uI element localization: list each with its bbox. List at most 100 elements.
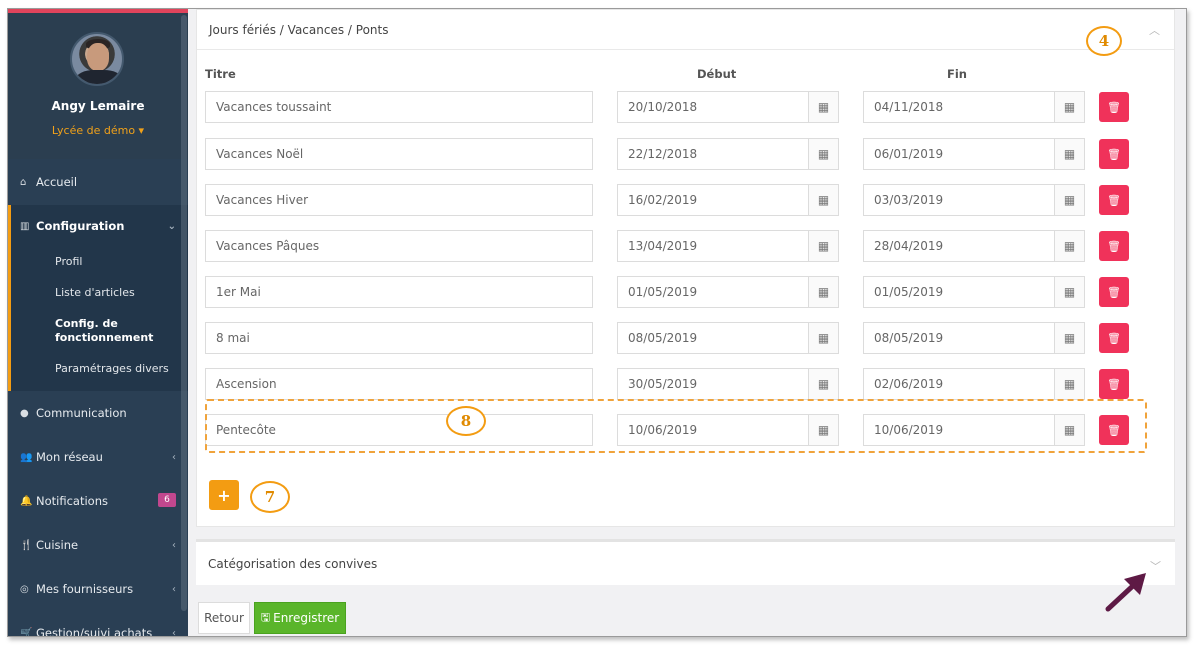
end-date-input[interactable]: 01/05/2019 [863,276,1055,308]
start-date-input[interactable]: 22/12/2018 [617,138,809,170]
submenu-item-parametrages[interactable]: Paramétrages divers [11,354,188,385]
delete-row-button[interactable]: 🗑 [1099,323,1129,353]
start-calendar-button[interactable]: ▦ [808,230,839,262]
end-date-input[interactable]: 06/01/2019 [863,138,1055,170]
end-date-input[interactable]: 28/04/2019 [863,230,1055,262]
start-date-input[interactable]: 13/04/2019 [617,230,809,262]
annotation-arrow-icon [1105,573,1146,612]
sidebar-item-achats[interactable]: 🛒 Gestion/suivi achats ‹ [8,611,188,637]
start-calendar-button[interactable]: ▦ [808,184,839,216]
save-button[interactable]: 🖫 Enregistrer [254,602,346,634]
start-date-input[interactable]: 16/02/2019 [617,184,809,216]
profile-card: Angy Lemaire Lycée de démo ▾ [8,9,188,159]
panel-title: Catégorisation des convives [208,556,378,571]
trash-icon: 🗑 [1107,331,1121,345]
trash-icon: 🗑 [1107,147,1121,161]
calendar-icon: ▦ [1063,285,1076,299]
callout-8: 8 [446,406,486,436]
end-calendar-button[interactable]: ▦ [1054,230,1085,262]
sidebar-item-label: Accueil [36,175,78,189]
callout-7: 7 [250,481,290,513]
calendar-icon: ▦ [817,377,830,391]
end-calendar-button[interactable]: ▦ [1054,368,1085,400]
submenu-item-config-fonctionnement[interactable]: Config. de fonctionnement [11,309,188,354]
guest-categorization-panel[interactable]: Catégorisation des convives ﹀ [196,539,1175,585]
end-calendar-button[interactable]: ▦ [1054,138,1085,170]
holiday-row: Ascension 30/05/2019 ▦ 02/06/2019 ▦ 🗑 [205,368,1165,402]
save-label: Enregistrer [273,611,340,625]
calendar-icon: ▦ [817,331,830,345]
delete-row-button[interactable]: 🗑 [1099,185,1129,215]
delete-row-button[interactable]: 🗑 [1099,277,1129,307]
holiday-title-input[interactable]: Ascension [205,368,593,400]
start-calendar-button[interactable]: ▦ [808,91,839,123]
end-calendar-button[interactable]: ▦ [1054,91,1085,123]
chevron-down-icon: ⌄ [167,220,176,232]
configuration-submenu: Profil Liste d'articles Config. de fonct… [8,247,188,391]
calendar-icon: ▦ [1063,331,1076,345]
end-calendar-button[interactable]: ▦ [1054,184,1085,216]
chevron-left-icon: ‹ [172,627,176,637]
sidebar-item-communication[interactable]: ● Communication [8,391,188,435]
end-calendar-button[interactable]: ▦ [1054,322,1085,354]
sidebar-item-mon-reseau[interactable]: 👥 Mon réseau ‹ [8,435,188,479]
calendar-icon: ▦ [817,239,830,253]
start-calendar-button[interactable]: ▦ [808,322,839,354]
sidebar-item-configuration[interactable]: ▥ Configuration ⌄ [8,205,188,247]
sidebar-item-label: Mes fournisseurs [36,582,134,596]
end-calendar-button[interactable]: ▦ [1054,276,1085,308]
sidebar-item-notifications[interactable]: 🔔 Notifications 6 [8,479,188,523]
holiday-row: 1er Mai 01/05/2019 ▦ 01/05/2019 ▦ 🗑 [205,276,1165,310]
sidebar-item-fournisseurs[interactable]: ◎ Mes fournisseurs ‹ [8,567,188,611]
sidebar-item-accueil[interactable]: ⌂ Accueil [8,159,188,205]
sidebar-item-label: Mon réseau [36,450,103,464]
calendar-icon: ▦ [1063,377,1076,391]
delete-row-button[interactable]: 🗑 [1099,92,1129,122]
delete-row-button[interactable]: 🗑 [1099,369,1129,399]
start-date-input[interactable]: 01/05/2019 [617,276,809,308]
delete-row-button[interactable]: 🗑 [1099,231,1129,261]
end-date-input[interactable]: 03/03/2019 [863,184,1055,216]
calendar-icon: ▦ [1063,193,1076,207]
holiday-row: 8 mai 08/05/2019 ▦ 08/05/2019 ▦ 🗑 [205,322,1165,356]
holiday-title-input[interactable]: Vacances Pâques [205,230,593,262]
top-accent-bar [8,9,188,13]
end-date-input[interactable]: 02/06/2019 [863,368,1055,400]
start-date-input[interactable]: 08/05/2019 [617,322,809,354]
start-date-input[interactable]: 30/05/2019 [617,368,809,400]
submenu-item-profil[interactable]: Profil [11,247,188,278]
holiday-title-input[interactable]: 8 mai [205,322,593,354]
chat-icon: ● [20,407,29,419]
sidebar-item-cuisine[interactable]: 🍴 Cuisine ‹ [8,523,188,567]
holidays-panel-header[interactable]: Jours fériés / Vacances / Ponts ︿ [197,10,1174,50]
delete-row-button[interactable]: 🗑 [1099,139,1129,169]
start-calendar-button[interactable]: ▦ [808,276,839,308]
start-calendar-button[interactable]: ▦ [808,138,839,170]
floppy-icon: 🖫 [260,610,271,624]
holiday-row: Vacances Noël 22/12/2018 ▦ 06/01/2019 ▦ 🗑 [205,138,1165,172]
back-button[interactable]: Retour [198,602,250,634]
end-date-input[interactable]: 04/11/2018 [863,91,1055,123]
school-selector[interactable]: Lycée de démo ▾ [8,124,188,137]
start-date-input[interactable]: 20/10/2018 [617,91,809,123]
sidebar: Angy Lemaire Lycée de démo ▾ ⌂ Accueil ▥… [8,9,188,636]
holiday-title-input[interactable]: 1er Mai [205,276,593,308]
callout-4: 4 [1086,26,1122,56]
sidebar-scrollbar[interactable] [181,15,187,611]
calendar-icon: ▦ [817,147,830,161]
handshake-icon: ◎ [20,583,29,595]
trash-icon: 🗑 [1107,285,1121,299]
end-date-input[interactable]: 08/05/2019 [863,322,1055,354]
chevron-up-icon[interactable]: ︿ [1149,22,1160,38]
trash-icon: 🗑 [1107,100,1121,114]
start-calendar-button[interactable]: ▦ [808,368,839,400]
submenu-item-articles[interactable]: Liste d'articles [11,278,188,309]
cutlery-icon: 🍴 [20,539,33,551]
holiday-title-input[interactable]: Vacances Noël [205,138,593,170]
sidebar-item-label: Notifications [36,494,108,508]
add-row-button[interactable]: + [209,480,239,510]
avatar[interactable] [70,32,124,86]
sidebar-item-label: Configuration [36,219,125,233]
holiday-title-input[interactable]: Vacances Hiver [205,184,593,216]
holiday-title-input[interactable]: Vacances toussaint [205,91,593,123]
